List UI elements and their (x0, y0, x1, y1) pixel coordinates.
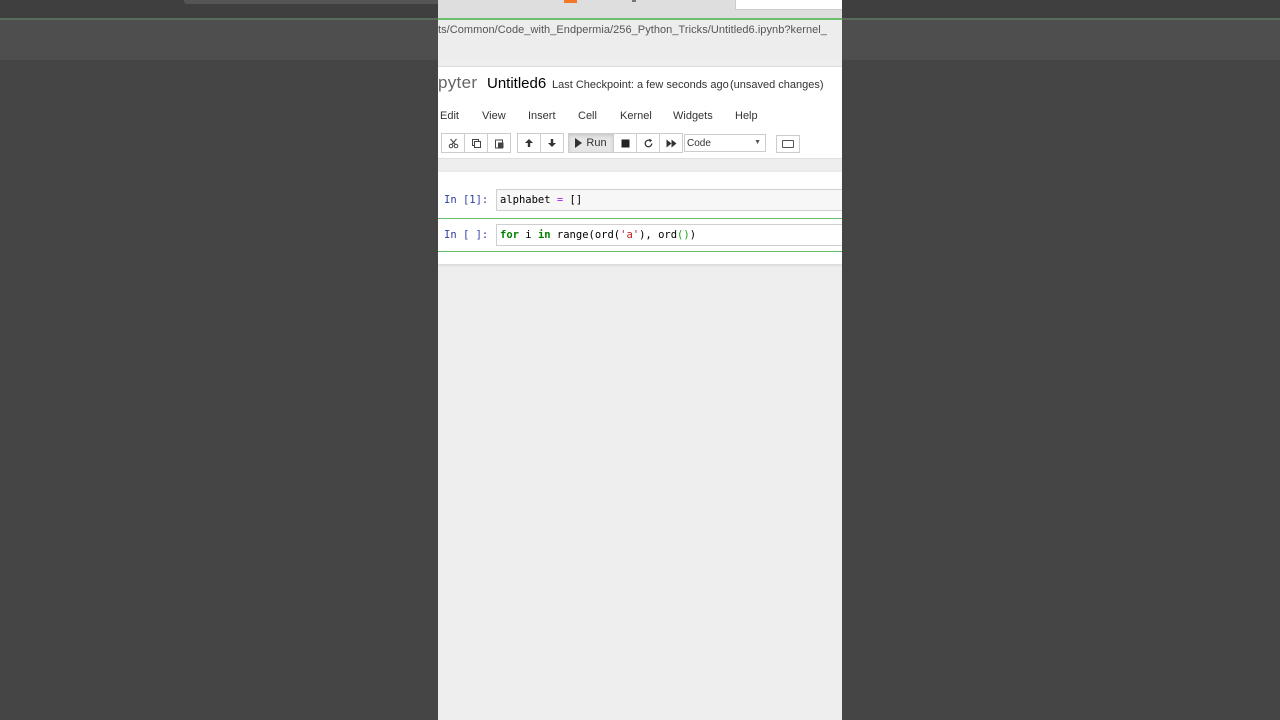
paste-button[interactable] (488, 133, 511, 153)
move-down-icon (548, 139, 556, 147)
code-token-matched-brackets: () (677, 229, 690, 241)
run-icon (575, 138, 583, 148)
code-token: [] (563, 194, 583, 206)
url-text[interactable]: ts/Common/Code_with_Endpermia/256_Python… (438, 24, 827, 36)
menu-widgets[interactable]: Widgets (673, 110, 713, 122)
jupyter-tab-icon (564, 0, 577, 3)
restart-icon (644, 138, 652, 147)
menu-edit[interactable]: Edit (440, 110, 459, 122)
move-up-icon (525, 139, 533, 147)
notebook-container: In [1]: alphabet = [] In [ ]: for i in r… (438, 172, 842, 264)
input-prompt: In [ ]: (444, 229, 489, 241)
run-label: Run (586, 137, 607, 149)
cell-type-value: Code (687, 137, 711, 149)
menu-help[interactable]: Help (735, 110, 758, 122)
input-prompt: In [1]: (444, 194, 489, 206)
browser-toolbox[interactable] (735, 0, 842, 10)
autosave-status: (unsaved changes) (730, 79, 824, 91)
code-token-keyword: in (537, 229, 551, 241)
code-token-keyword: for (500, 229, 519, 241)
notebook-toolbar: Run Code ▼ (438, 130, 842, 159)
paste-icon (494, 139, 503, 148)
cut-button[interactable] (441, 133, 465, 153)
code-token: ) (689, 229, 697, 241)
keyboard-icon (782, 140, 794, 148)
code-token: i (518, 229, 538, 241)
jupyter-logo[interactable]: pyter (438, 73, 477, 93)
restart-button[interactable] (637, 133, 660, 153)
menu-kernel[interactable]: Kernel (620, 110, 652, 122)
notebook-header: pyter Untitled6 Last Checkpoint: a few s… (438, 66, 842, 103)
menu-insert[interactable]: Insert (528, 110, 556, 122)
tab-indicator (632, 0, 636, 2)
interrupt-button[interactable] (614, 133, 637, 153)
address-bar[interactable]: ts/Common/Code_with_Endpermia/256_Python… (438, 20, 842, 60)
stop-icon (621, 139, 629, 147)
chevron-down-icon: ▼ (754, 139, 761, 146)
move-button-group (517, 133, 564, 153)
checkpoint-status: Last Checkpoint: a few seconds ago (552, 79, 729, 91)
menu-cell[interactable]: Cell (578, 110, 597, 122)
cell-type-select[interactable]: Code ▼ (684, 134, 766, 152)
run-button[interactable]: Run (568, 133, 614, 153)
move-down-button[interactable] (541, 133, 564, 153)
cut-icon (448, 138, 458, 148)
copy-icon (471, 138, 481, 148)
edit-button-group (441, 133, 511, 153)
menu-bar: Edit View Insert Cell Kernel Widgets Hel… (438, 102, 842, 130)
code-token-string: 'a' (620, 229, 640, 241)
code-cell[interactable]: In [1]: alphabet = [] (438, 184, 842, 218)
code-editor[interactable]: alphabet = [] (496, 189, 842, 211)
fast-forward-icon (666, 139, 676, 147)
copy-button[interactable] (465, 133, 488, 153)
browser-tab-bar (438, 0, 842, 18)
screen-strip: ts/Common/Code_with_Endpermia/256_Python… (438, 0, 842, 720)
code-editor[interactable]: for i in range(ord('a'), ord()) (496, 224, 842, 246)
run-button-group: Run (568, 133, 683, 153)
run-all-button[interactable] (660, 133, 683, 153)
code-token: alphabet (500, 194, 557, 206)
menu-view[interactable]: View (482, 110, 506, 122)
code-token: range(ord( (550, 229, 621, 241)
notebook-title[interactable]: Untitled6 (487, 75, 546, 92)
move-up-button[interactable] (517, 133, 541, 153)
code-token: ), ord (639, 229, 678, 241)
active-code-cell[interactable]: In [ ]: for i in range(ord('a'), ord()) (438, 218, 842, 252)
command-palette-button[interactable] (776, 135, 800, 153)
